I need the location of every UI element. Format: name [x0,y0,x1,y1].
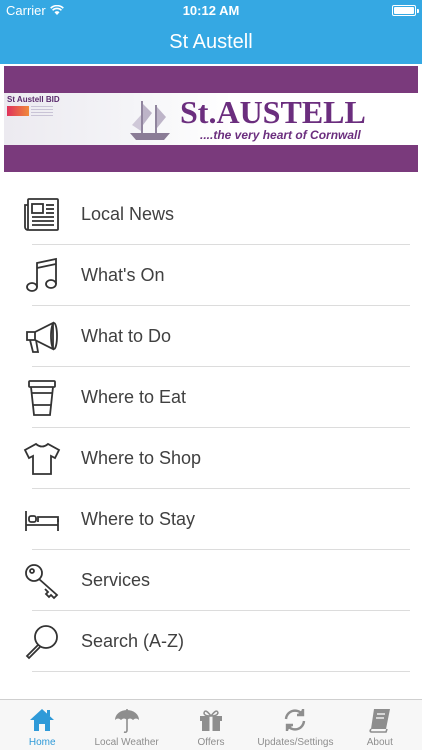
tab-label: About [366,737,393,748]
menu-item-where-to-shop[interactable]: Where to Shop [0,428,422,489]
megaphone-icon [26,321,58,353]
menu-item-label: Services [81,570,151,590]
tab-home[interactable]: Home [0,700,84,750]
banner-strip: St Austell BID St.AUSTELL ....the very h… [4,93,418,145]
tab-about[interactable]: About [338,700,422,750]
tab-label: Offers [197,737,225,748]
tab-bar: Home Local Weather Offers Updates/Settin… [0,699,422,750]
menu-item-where-to-eat[interactable]: Where to Eat [0,367,422,428]
banner-title: St.AUSTELL [180,94,366,130]
tshirt-icon [23,442,61,475]
nav-bar: St Austell [0,22,422,64]
home-icon [30,709,55,731]
menu-item-services[interactable]: Services [0,550,422,611]
menu-item-label: Where to Eat [81,387,187,407]
tab-local-weather[interactable]: Local Weather [84,700,168,750]
book-icon [369,709,390,733]
clock: 10:12 AM [182,3,240,18]
menu-item-label: What to Do [81,326,172,346]
menu-item-where-to-stay[interactable]: Where to Stay [0,489,422,550]
menu-item-label: Local News [81,204,175,224]
status-bar: Carrier 10:12 AM [0,0,422,22]
magnifier-icon [25,625,58,660]
battery-icon [392,5,419,16]
bed-icon [25,511,59,531]
menu-item-search[interactable]: Search (A-Z) [0,611,422,672]
tab-label: Home [28,737,56,748]
bid-logo [7,106,29,116]
header-banner: St Austell BID St.AUSTELL ....the very h… [4,66,418,172]
coffee-cup-icon [28,380,56,416]
gift-icon [200,710,223,731]
menu-item-label: Search (A-Z) [81,631,185,651]
refresh-icon [285,709,306,731]
tab-label: Updates/Settings [257,737,334,748]
menu-item-what-to-do[interactable]: What to Do [0,306,422,367]
tab-offers[interactable]: Offers [169,700,253,750]
menu-item-label: Where to Stay [81,509,196,529]
main-menu: Local News What's On What to Do Where to… [0,184,422,672]
ship-illustration [130,101,170,140]
divider [32,671,410,672]
music-note-icon [26,257,57,292]
banner-tagline: ....the very heart of Cornwall [200,128,361,142]
page-title: St Austell [169,31,253,53]
bid-label: St Austell BID [7,95,60,104]
menu-item-local-news[interactable]: Local News [0,184,422,245]
menu-item-label: What's On [81,265,165,285]
tab-updates-settings[interactable]: Updates/Settings [253,700,337,750]
bid-logo-text [31,106,53,116]
newspaper-icon [24,198,59,231]
tab-label: Local Weather [94,737,159,748]
menu-item-whats-on[interactable]: What's On [0,245,422,306]
menu-item-label: Where to Shop [81,448,202,468]
key-icon [25,564,59,600]
umbrella-icon [114,709,139,734]
